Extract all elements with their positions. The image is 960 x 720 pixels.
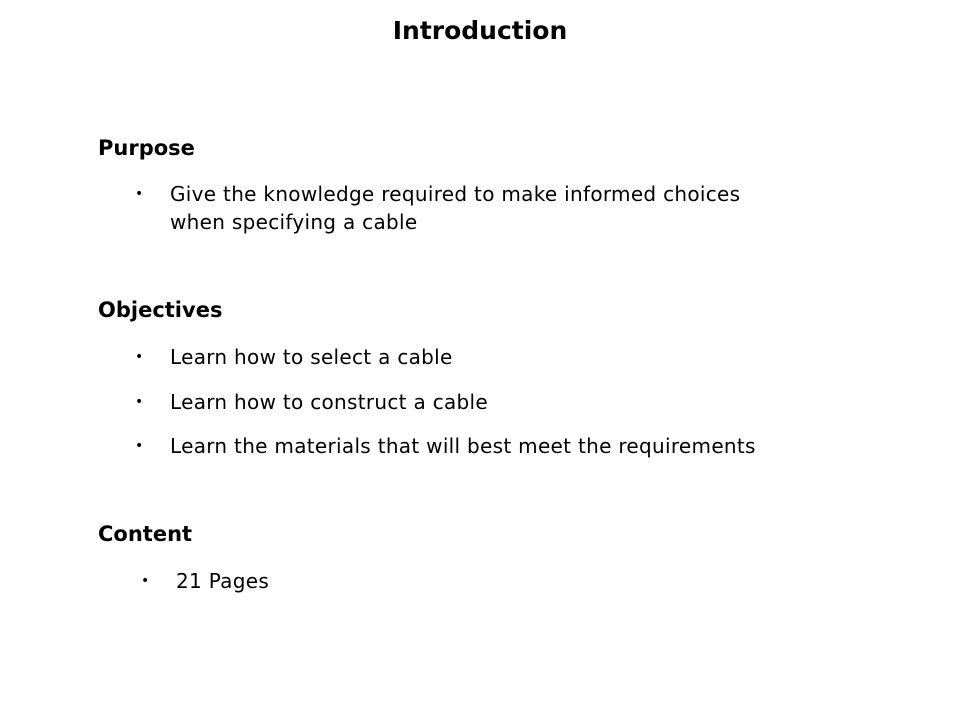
bullet-icon: • xyxy=(135,438,144,454)
bullet-icon: • xyxy=(141,573,150,589)
list-item: • Learn how to select a cable xyxy=(135,345,453,369)
list-item: • Learn the materials that will best mee… xyxy=(135,434,756,458)
list-item: • Learn how to construct a cable xyxy=(135,390,489,414)
section-heading-objectives: Objectives xyxy=(98,298,223,322)
list-item: • 21 Pages xyxy=(141,569,270,593)
section-heading-purpose: Purpose xyxy=(98,136,195,160)
bullet-icon: • xyxy=(135,394,144,410)
bullet-icon: • xyxy=(135,186,144,202)
section-heading-content: Content xyxy=(98,522,193,546)
slide-title: Introduction xyxy=(392,16,568,45)
list-item: • Give the knowledge required to make in… xyxy=(135,182,741,234)
bullet-icon: • xyxy=(135,349,144,365)
